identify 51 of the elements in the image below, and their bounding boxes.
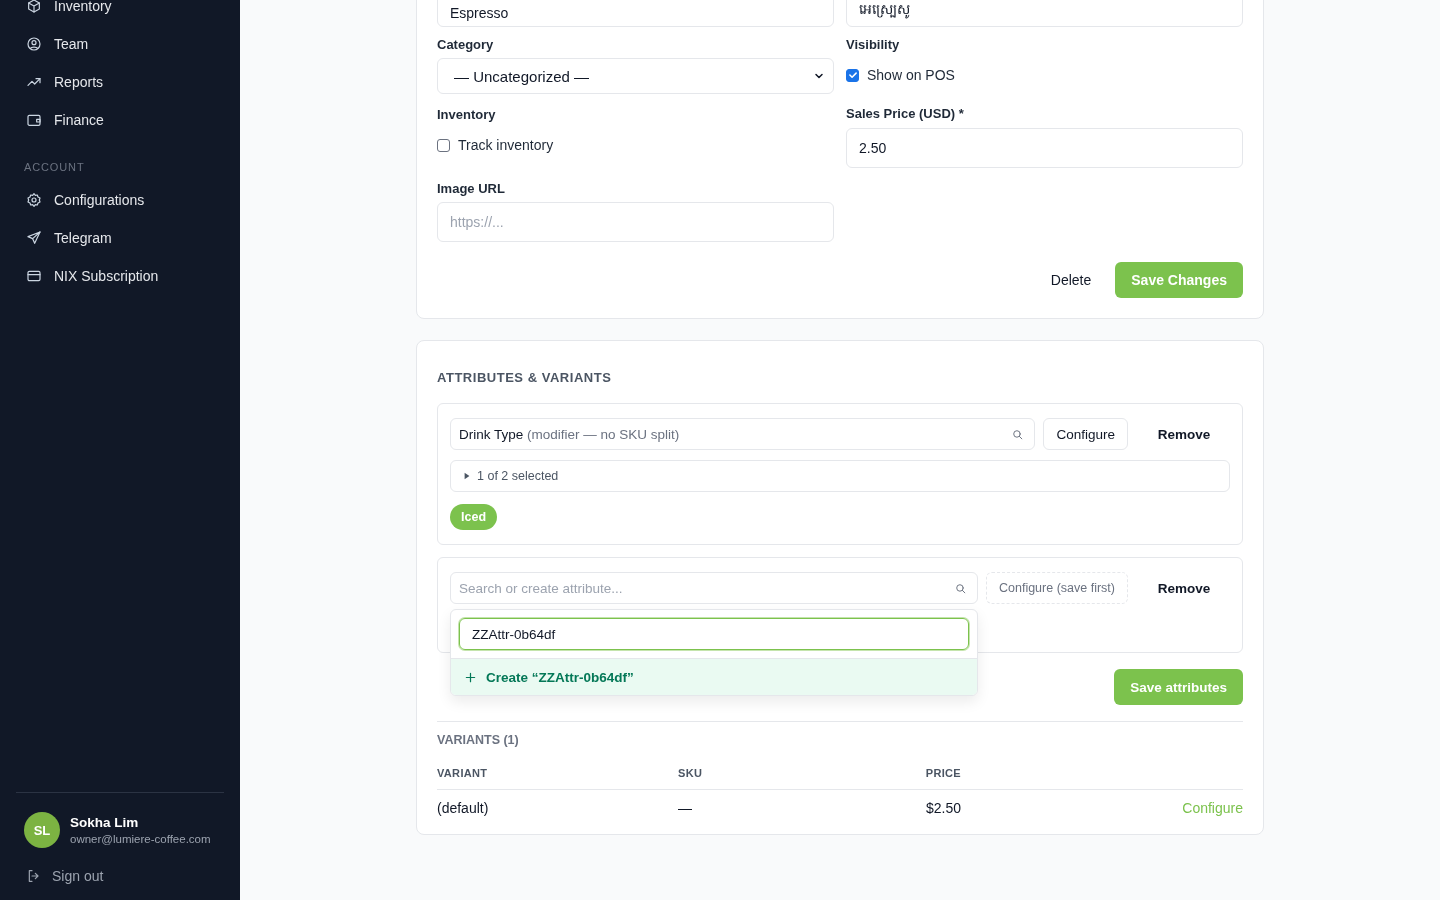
sidebar-item[interactable]: Configurations xyxy=(16,181,224,219)
field-label: Sales Price (USD) * xyxy=(846,107,965,121)
price-field[interactable]: 2.50 xyxy=(846,128,1243,168)
credit-card-icon xyxy=(26,268,42,284)
table-cell-text: $2.50 xyxy=(924,799,961,816)
category-select[interactable]: — Uncategorized — xyxy=(437,58,834,94)
field-label: Visibility xyxy=(846,38,901,52)
sidebar-item[interactable]: Team xyxy=(16,25,224,63)
name-field[interactable]: អេស្ប្រេសូ xyxy=(846,0,1243,27)
checkbox-label: Show on POS xyxy=(867,67,955,83)
wallet-icon xyxy=(26,112,42,128)
table-cell-text: (default) xyxy=(437,799,490,816)
user-email: owner@lumiere-coffee.com xyxy=(70,833,211,845)
user-name: Sokha Lim xyxy=(70,815,140,830)
checkbox[interactable] xyxy=(437,138,450,152)
column-header: PRICE xyxy=(878,747,961,790)
remove-button[interactable]: Remove xyxy=(1136,418,1230,450)
sidebar-item[interactable]: Inventory xyxy=(16,0,224,25)
create-option[interactable]: Create “ZZAttr-0b64df” xyxy=(451,658,977,695)
name-field[interactable]: Espresso xyxy=(437,0,834,27)
check-icon xyxy=(847,70,858,80)
search-icon xyxy=(954,581,967,595)
sidebar-item[interactable]: Reports xyxy=(16,63,224,101)
field-label: Inventory xyxy=(437,108,497,122)
checkbox[interactable] xyxy=(846,68,859,82)
user-circle-icon xyxy=(26,36,42,52)
user-avatar: SL xyxy=(24,812,60,848)
sidebar-item[interactable]: NIX Subscription xyxy=(16,257,224,295)
column-header: VARIANT xyxy=(437,747,678,790)
column-header: SKU xyxy=(678,747,878,790)
sidebar-item[interactable]: Finance xyxy=(16,101,224,139)
configure-button[interactable]: Configure xyxy=(1043,418,1128,450)
remove-button[interactable]: Remove xyxy=(1136,572,1230,604)
checkbox-label: Track inventory xyxy=(458,137,554,153)
field-label: Image URL xyxy=(437,182,506,196)
values-summary[interactable]: 1 of 2 selected xyxy=(450,460,1230,492)
delete-button[interactable]: Delete xyxy=(1034,262,1108,298)
sidebar-item[interactable]: Telegram xyxy=(16,219,224,257)
search-input[interactable]: ZZAttr-0b64df xyxy=(459,618,969,650)
box-icon xyxy=(26,0,42,14)
settings-icon xyxy=(26,192,42,208)
attribute-field[interactable]: Drink Type (modifier — no SKU split) xyxy=(450,418,1036,450)
section-heading: ACCOUNT xyxy=(23,160,86,175)
section-heading: ATTRIBUTES & VARIANTS xyxy=(437,370,613,385)
section-heading: VARIANTS (1) xyxy=(437,733,520,747)
search-icon xyxy=(1011,427,1025,441)
sign-out-button[interactable]: Sign out xyxy=(16,868,114,884)
field-label: Category xyxy=(437,38,495,52)
paper-plane-icon xyxy=(26,230,42,246)
table-cell-text: — xyxy=(678,799,693,816)
plus-icon xyxy=(465,671,476,683)
